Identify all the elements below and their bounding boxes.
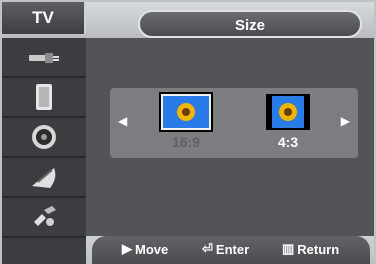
sidebar [2, 38, 86, 264]
sidebar-item-input[interactable] [2, 38, 86, 78]
sunflower-thumbnail-standard [266, 94, 310, 130]
hint-enter: ⏎ Enter [202, 241, 249, 257]
footer-hints: ▶ Move ⏎ Enter ▥ Return [92, 236, 370, 264]
option-4-3[interactable]: 4:3 [258, 94, 318, 150]
size-selector-panel: ◀ 16:9 4:3 ▶ [110, 88, 358, 158]
arrow-right-icon[interactable]: ▶ [341, 114, 350, 128]
top-bar: TV Size [2, 2, 374, 38]
enter-label: Enter [215, 241, 250, 257]
option-label-4-3: 4:3 [277, 134, 299, 150]
sidebar-item-channel[interactable] [2, 158, 86, 198]
page-title: Size [138, 10, 362, 38]
move-arrow-icon: ▶ [122, 241, 132, 256]
antenna-plug-icon [27, 47, 61, 67]
arrow-left-icon[interactable]: ◀ [118, 114, 127, 128]
setup-tools-icon [28, 202, 60, 232]
option-label-16-9: 16:9 [171, 134, 201, 150]
hint-return: ▥ Return [282, 241, 339, 257]
tv-menu-screen: TV Size ◀ 16:9 4:3 ▶ ▶ Move ⏎ Enter ▥ Re… [0, 0, 376, 264]
sunflower-thumbnail-wide [159, 92, 213, 132]
footer-bar: ▶ Move ⏎ Enter ▥ Return [86, 236, 374, 264]
move-label: Move [135, 241, 169, 257]
sidebar-item-sound[interactable] [2, 118, 86, 158]
sound-speaker-icon [29, 122, 59, 152]
picture-speaker-icon [30, 82, 58, 112]
satellite-dish-icon [28, 162, 60, 192]
section-label: TV [2, 2, 86, 34]
main-content: ◀ 16:9 4:3 ▶ [86, 38, 374, 264]
hint-move: ▶ Move [122, 241, 168, 257]
enter-icon: ⏎ [202, 241, 213, 256]
sidebar-item-picture[interactable] [2, 78, 86, 118]
return-label: Return [297, 241, 340, 257]
sidebar-item-setup[interactable] [2, 198, 86, 238]
return-icon: ▥ [282, 241, 295, 256]
option-16-9[interactable]: 16:9 [156, 92, 216, 150]
